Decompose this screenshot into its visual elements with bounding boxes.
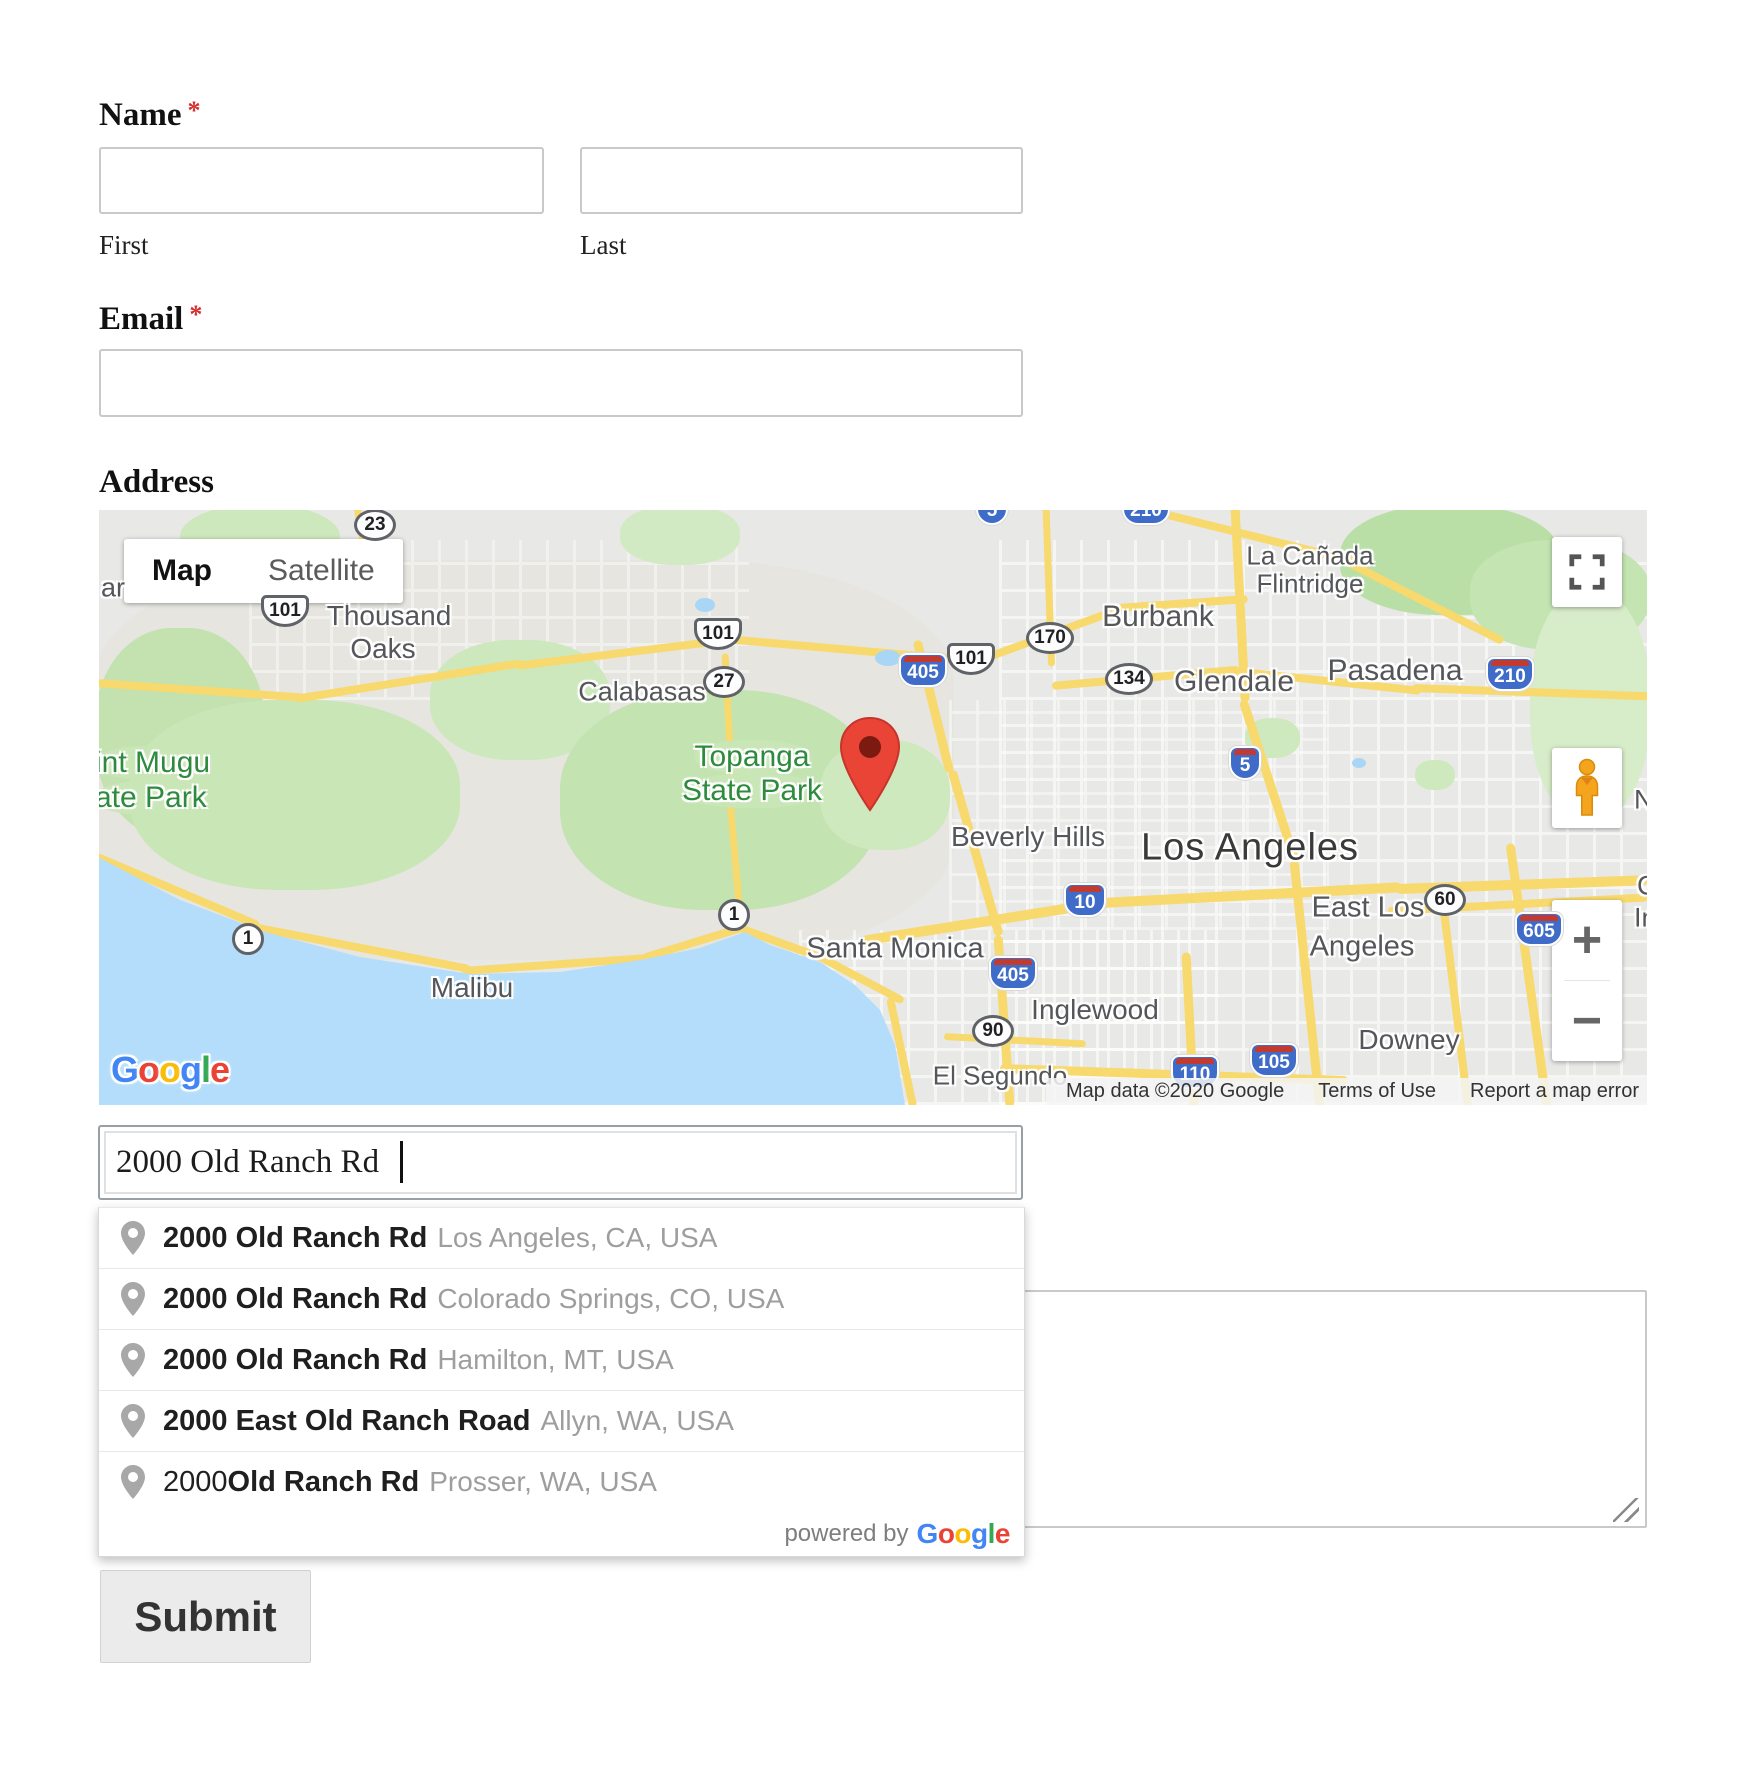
place-label: Los Angeles [1141, 827, 1359, 870]
text-cursor [400, 1141, 403, 1183]
place-label: Flintridge [1257, 569, 1364, 600]
place-label: La Cañada [1246, 541, 1373, 572]
email-label: Email* [99, 300, 202, 338]
contact-form-page: Name* First Last Email* Address Map Sate… [0, 0, 1744, 1767]
submit-button[interactable]: Submit [100, 1570, 311, 1663]
highway-shield-10: 10 [1064, 883, 1106, 917]
email-input[interactable] [99, 349, 1023, 417]
highway-shield-27: 27 [703, 666, 745, 698]
map-attribution: Map data ©2020 Google Terms of Use Repor… [1046, 1078, 1647, 1105]
park-label: State Park [682, 774, 822, 808]
place-label: Inglewood [1031, 994, 1159, 1026]
place-label: Santa Monica [806, 933, 983, 966]
park-label: Topanga [694, 740, 809, 774]
suggestion-secondary-text: Hamilton, MT, USA [437, 1344, 674, 1376]
autocomplete-suggestion[interactable]: 2000 Old Ranch Rd Colorado Springs, CO, U… [99, 1268, 1024, 1329]
last-sublabel: Last [580, 230, 627, 261]
map-data-attribution: Map data ©2020 Google [1066, 1080, 1284, 1103]
highway-shield-23: 23 [354, 510, 396, 541]
place-label: Angeles [1310, 931, 1415, 964]
highway-shield-105: 105 [1250, 1043, 1298, 1077]
place-pin-icon [121, 1404, 145, 1438]
highway-shield-405: 405 [989, 956, 1037, 990]
first-sublabel: First [99, 230, 149, 261]
address-autocomplete-dropdown: 2000 Old Ranch RdLos Angeles, CA, USA200… [98, 1207, 1025, 1557]
google-logo: Google [917, 1518, 1010, 1550]
powered-by-google: powered by Google [99, 1512, 1024, 1556]
park-label: ate Park [99, 781, 207, 815]
place-label: East Los [1312, 892, 1425, 925]
required-asterisk: * [189, 300, 202, 329]
map-pin-icon[interactable] [838, 716, 902, 816]
place-label: C [1637, 871, 1647, 902]
suggestion-main-text: 2000 Old Ranch Rd [163, 1283, 427, 1316]
autocomplete-suggestion[interactable]: 2000 Old Ranch RdProsser, WA, USA [99, 1451, 1024, 1512]
address-label: Address [99, 464, 214, 501]
highway-shield-134: 134 [1105, 663, 1153, 695]
suggestion-main-text: 2000 Old Ranch Rd [163, 1222, 427, 1255]
autocomplete-suggestion[interactable]: 2000 Old Ranch Rd Los Angeles, CA, USA [99, 1208, 1024, 1268]
highway-shield-60: 60 [1424, 884, 1466, 916]
last-name-input[interactable] [580, 147, 1023, 214]
place-label: Oaks [350, 633, 415, 665]
highway-shield-170: 170 [1026, 622, 1074, 654]
suggestion-secondary-text: Prosser, WA, USA [429, 1466, 657, 1498]
place-pin-icon [121, 1465, 145, 1499]
highway-shield-1: 1 [232, 923, 264, 955]
place-label: Calabasas [578, 677, 706, 708]
park-label: int Mugu [99, 746, 210, 780]
suggestion-secondary-text: Allyn, WA, USA [540, 1405, 733, 1437]
place-label: Glendale [1174, 665, 1294, 699]
place-pin-icon [121, 1282, 145, 1316]
address-input[interactable] [98, 1125, 1023, 1200]
place-label: Malibu [431, 972, 513, 1004]
place-label: In [1634, 903, 1647, 934]
highway-shield-90: 90 [972, 1015, 1014, 1047]
highway-shield-5: 5 [1229, 746, 1261, 780]
name-label: Name* [99, 96, 200, 134]
autocomplete-suggestion[interactable]: 2000 Old Ranch Rd Hamilton, MT, USA [99, 1329, 1024, 1390]
highway-shield-210: 210 [1486, 657, 1534, 691]
highway-shield-605: 605 [1515, 912, 1563, 946]
place-pin-icon [121, 1221, 145, 1255]
place-label: Pasadena [1327, 654, 1462, 688]
place-label: Downey [1358, 1024, 1459, 1056]
suggestion-main-text: 2000 Old Ranch Rd [163, 1344, 427, 1377]
highway-shield-405: 405 [899, 653, 947, 687]
place-label: N [1634, 785, 1647, 816]
terms-of-use-link[interactable]: Terms of Use [1318, 1080, 1436, 1103]
suggestion-main-text: Old Ranch Rd [228, 1466, 420, 1499]
required-asterisk: * [187, 96, 200, 125]
suggestion-secondary-text: Los Angeles, CA, USA [437, 1222, 717, 1254]
google-map[interactable]: Map Satellite + − Google Map da [99, 510, 1647, 1105]
place-label: Beverly Hills [951, 821, 1105, 853]
highway-shield-1: 1 [718, 899, 750, 931]
place-label: Thousand [327, 600, 452, 632]
google-logo[interactable]: Google [111, 1049, 229, 1091]
autocomplete-suggestion[interactable]: 2000 East Old Ranch Road Allyn, WA, USA [99, 1390, 1024, 1451]
place-label: ar [101, 573, 125, 604]
suggestion-main-text: 2000 East Old Ranch Road [163, 1405, 530, 1438]
place-label: Burbank [1102, 600, 1214, 634]
first-name-input[interactable] [99, 147, 544, 214]
report-map-error-link[interactable]: Report a map error [1470, 1080, 1639, 1103]
suggestion-secondary-text: Colorado Springs, CO, USA [437, 1283, 784, 1315]
place-pin-icon [121, 1343, 145, 1377]
